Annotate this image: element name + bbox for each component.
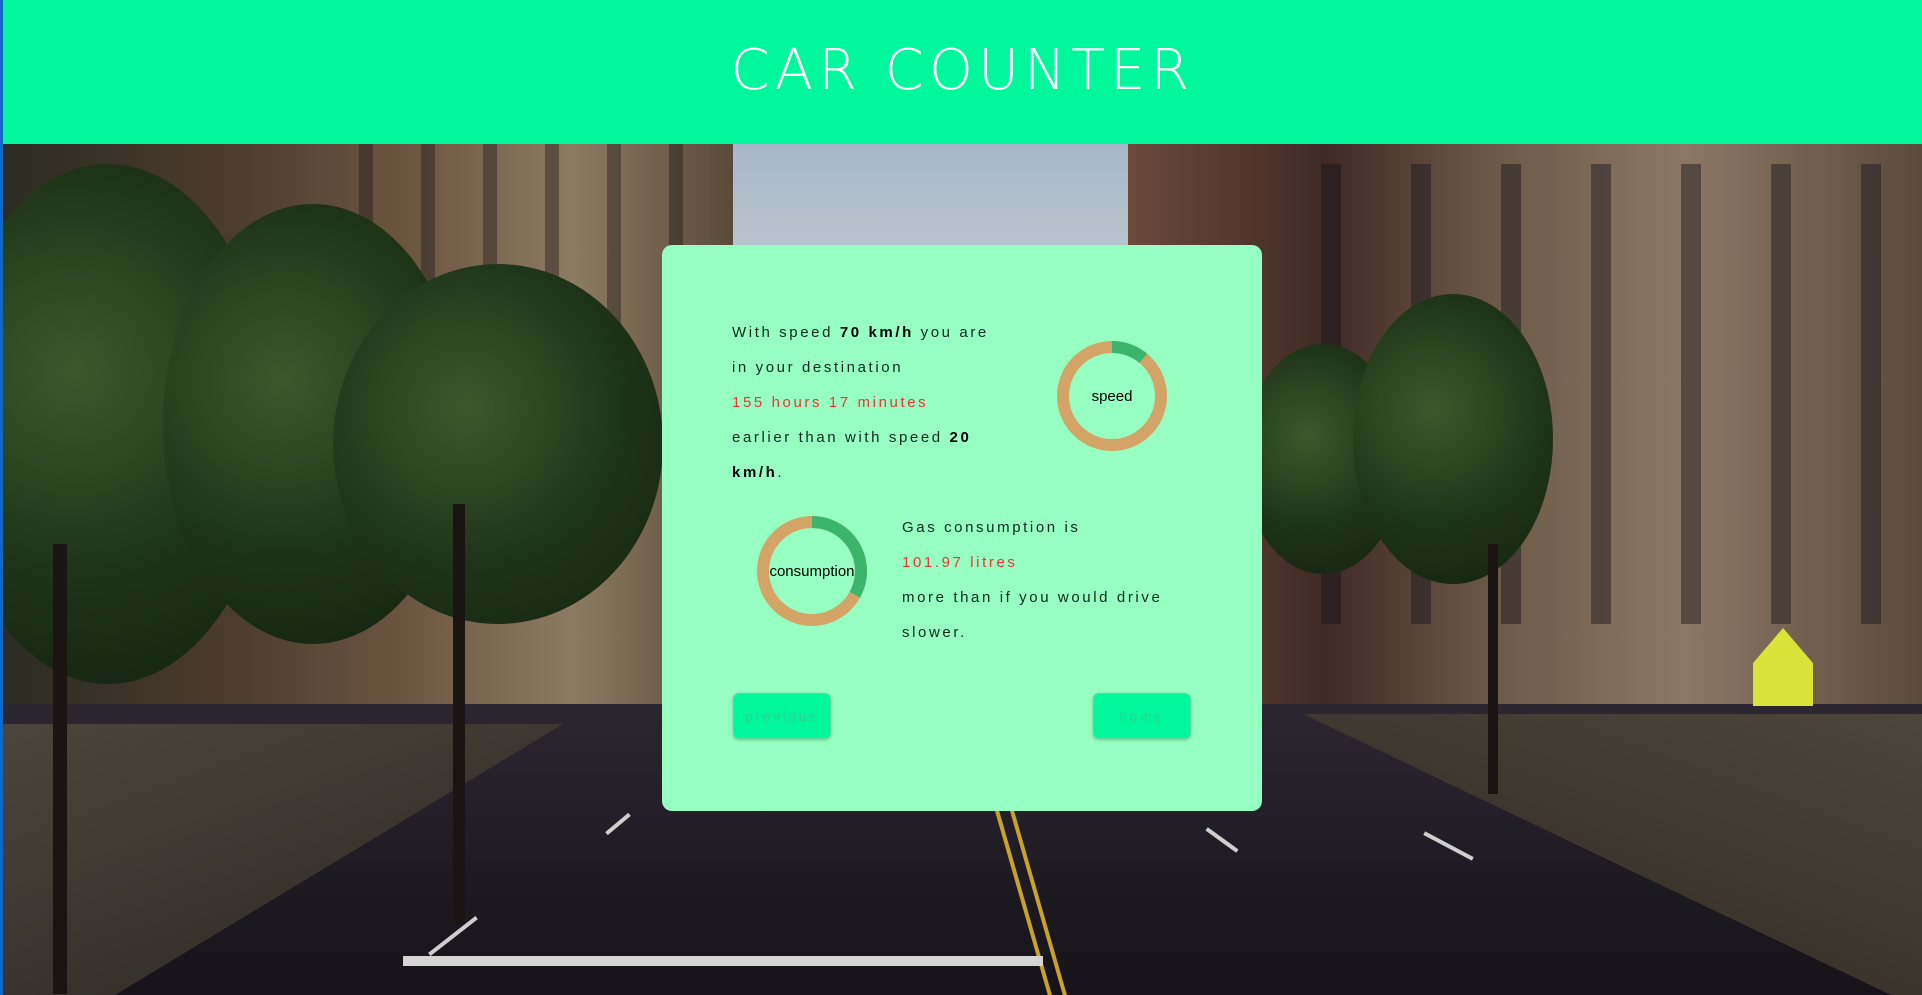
consumption-donut-chart: consumption bbox=[756, 515, 868, 627]
time-saved-value: 155 hours 17 minutes bbox=[732, 394, 929, 411]
result-card: With speed 70 km/h you are in your desti… bbox=[662, 245, 1262, 811]
consumption-amount-value: 101.97 litres bbox=[902, 554, 1018, 571]
speed-line-4-prefix: earlier than with speed bbox=[732, 429, 950, 446]
page: CAR COUNTER With speed 70 km/h you are i… bbox=[0, 0, 1922, 995]
speed-line-5: km/h. bbox=[732, 455, 1032, 490]
consumption-line-3: more than if you would drive bbox=[902, 589, 1163, 606]
tree-trunk bbox=[53, 544, 67, 994]
crosswalk-line bbox=[403, 956, 1043, 966]
consumption-donut-label: consumption bbox=[769, 562, 855, 580]
slow-speed-number: 20 bbox=[949, 429, 972, 446]
speed-line-1-prefix: With speed bbox=[732, 324, 840, 341]
speed-donut-label: speed bbox=[1091, 387, 1133, 405]
tree bbox=[333, 264, 663, 624]
speed-donut-chart: speed bbox=[1056, 340, 1168, 452]
fast-speed-value: 70 km/h bbox=[839, 324, 914, 341]
consumption-line-4: slower. bbox=[902, 624, 967, 641]
speed-line-4: earlier than with speed 20 bbox=[732, 420, 1032, 455]
speed-summary: With speed 70 km/h you are in your desti… bbox=[732, 315, 1032, 490]
speed-line-2: in your destination bbox=[732, 359, 904, 376]
slow-speed-unit: km/h bbox=[732, 464, 778, 481]
consumption-line-1: Gas consumption is bbox=[902, 519, 1081, 536]
consumption-summary: Gas consumption is 101.97 litres more th… bbox=[902, 510, 1222, 650]
speed-line-1-suffix: you are bbox=[913, 324, 989, 341]
speed-line-5-period: . bbox=[777, 464, 785, 481]
tree bbox=[1353, 294, 1553, 584]
home-button[interactable]: home bbox=[1093, 693, 1191, 739]
header-bar: CAR COUNTER bbox=[3, 0, 1922, 144]
speed-line-1: With speed 70 km/h you are bbox=[732, 315, 1032, 350]
page-title: CAR COUNTER bbox=[730, 37, 1195, 103]
tree-trunk bbox=[453, 504, 465, 924]
tree-trunk bbox=[1488, 544, 1498, 794]
previous-button[interactable]: previous bbox=[733, 693, 831, 739]
